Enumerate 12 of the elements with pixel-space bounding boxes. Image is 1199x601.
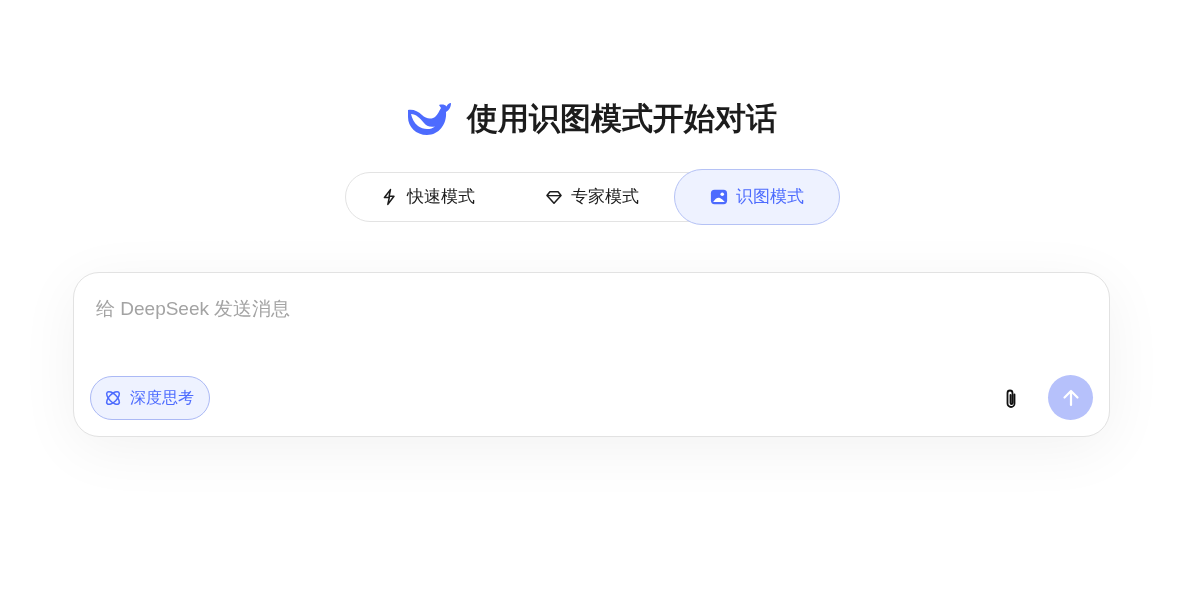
deep-think-toggle[interactable]: 深度思考 — [90, 375, 210, 420]
message-input[interactable]: 给 DeepSeek 发送消息 — [90, 289, 1093, 356]
page-title: 使用识图模式开始对话 — [466, 100, 777, 138]
mode-tab[interactable]: 识图模式 — [673, 169, 840, 225]
atom-icon — [104, 388, 122, 407]
whale-logo-icon — [406, 102, 451, 136]
diamond-icon — [544, 188, 563, 206]
arrow-up-icon — [1060, 387, 1081, 408]
mode-tab[interactable]: 专家模式 — [509, 172, 674, 222]
message-composer[interactable]: 给 DeepSeek 发送消息 深度思考 — [73, 272, 1110, 437]
mode-tab[interactable]: 快速模式 — [345, 172, 510, 222]
image-icon — [709, 188, 728, 206]
